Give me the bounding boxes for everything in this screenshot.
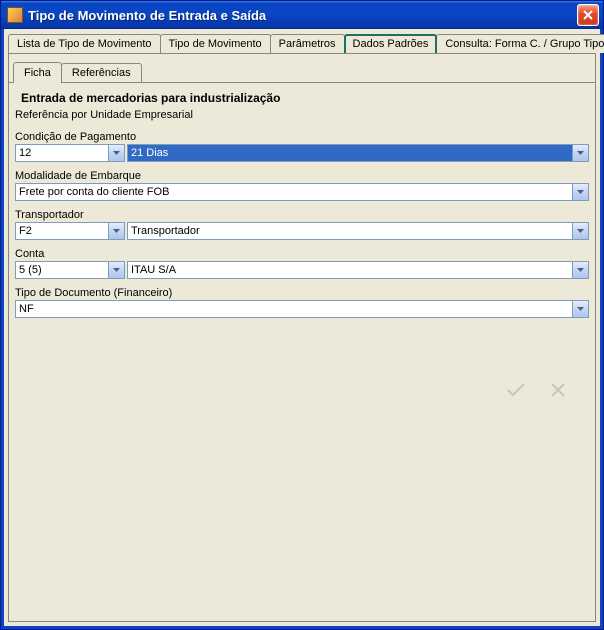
- client-area: Lista de Tipo de Movimento Tipo de Movim…: [1, 29, 603, 629]
- combo-tipo-documento-value: NF: [16, 301, 572, 317]
- field-modalidade-embarque: Modalidade de Embarque Frete por conta d…: [15, 170, 589, 201]
- combo-conta-desc-value: ITAU S/A: [128, 262, 572, 278]
- close-button[interactable]: [577, 4, 599, 26]
- confirm-icon[interactable]: [507, 383, 525, 402]
- combo-conta-code[interactable]: 5 (5): [15, 261, 125, 279]
- combo-modalidade-value: Frete por conta do cliente FOB: [16, 184, 572, 200]
- chevron-down-icon[interactable]: [572, 145, 588, 161]
- primary-tabs: Lista de Tipo de Movimento Tipo de Movim…: [8, 31, 596, 53]
- chevron-down-icon[interactable]: [572, 223, 588, 239]
- combo-conta-code-value: 5 (5): [16, 262, 108, 278]
- window-title: Tipo de Movimento de Entrada e Saída: [28, 8, 577, 23]
- action-icons: [507, 383, 565, 402]
- label-modalidade: Modalidade de Embarque: [15, 170, 589, 182]
- form-panel: Entrada de mercadorias para industrializ…: [8, 82, 596, 622]
- field-conta: Conta 5 (5) ITAU S/A: [15, 248, 589, 279]
- secondary-tabs: Ficha Referências: [13, 60, 591, 82]
- combo-condicao-desc-value: 21 Dias: [128, 145, 572, 161]
- section-subtitle: Referência por Unidade Empresarial: [15, 109, 589, 121]
- label-tipo-documento: Tipo de Documento (Financeiro): [15, 287, 589, 299]
- chevron-down-icon[interactable]: [572, 184, 588, 200]
- combo-condicao-code[interactable]: 12: [15, 144, 125, 162]
- section-title: Entrada de mercadorias para industrializ…: [21, 91, 589, 105]
- tab-consulta[interactable]: Consulta: Forma C. / Grupo Tipo Mov.: [436, 34, 604, 53]
- combo-transportador-code[interactable]: F2: [15, 222, 125, 240]
- combo-transportador-code-value: F2: [16, 223, 108, 239]
- chevron-down-icon[interactable]: [108, 223, 124, 239]
- tab-parametros[interactable]: Parâmetros: [270, 34, 345, 53]
- label-transportador: Transportador: [15, 209, 589, 221]
- combo-transportador-desc-value: Transportador: [128, 223, 572, 239]
- chevron-down-icon[interactable]: [572, 301, 588, 317]
- label-condicao-pagamento: Condição de Pagamento: [15, 131, 589, 143]
- combo-condicao-code-value: 12: [16, 145, 108, 161]
- chevron-down-icon[interactable]: [108, 262, 124, 278]
- tab-tipo-movimento[interactable]: Tipo de Movimento: [160, 34, 271, 53]
- chevron-down-icon[interactable]: [572, 262, 588, 278]
- combo-conta-desc[interactable]: ITAU S/A: [127, 261, 589, 279]
- cancel-icon[interactable]: [551, 383, 565, 402]
- combo-condicao-desc[interactable]: 21 Dias: [127, 144, 589, 162]
- combo-modalidade[interactable]: Frete por conta do cliente FOB: [15, 183, 589, 201]
- tab-ficha[interactable]: Ficha: [13, 62, 62, 83]
- titlebar: Tipo de Movimento de Entrada e Saída: [1, 1, 603, 29]
- tab-lista-tipo-movimento[interactable]: Lista de Tipo de Movimento: [8, 34, 161, 53]
- combo-transportador-desc[interactable]: Transportador: [127, 222, 589, 240]
- chevron-down-icon[interactable]: [108, 145, 124, 161]
- tab-dados-padroes[interactable]: Dados Padrões: [344, 34, 438, 53]
- tab-referencias[interactable]: Referências: [61, 63, 142, 82]
- combo-tipo-documento[interactable]: NF: [15, 300, 589, 318]
- field-tipo-documento: Tipo de Documento (Financeiro) NF: [15, 287, 589, 318]
- label-conta: Conta: [15, 248, 589, 260]
- field-condicao-pagamento: Condição de Pagamento 12 21 Dias: [15, 131, 589, 162]
- window: Tipo de Movimento de Entrada e Saída Lis…: [0, 0, 604, 630]
- app-icon: [7, 7, 23, 23]
- field-transportador: Transportador F2 Transportador: [15, 209, 589, 240]
